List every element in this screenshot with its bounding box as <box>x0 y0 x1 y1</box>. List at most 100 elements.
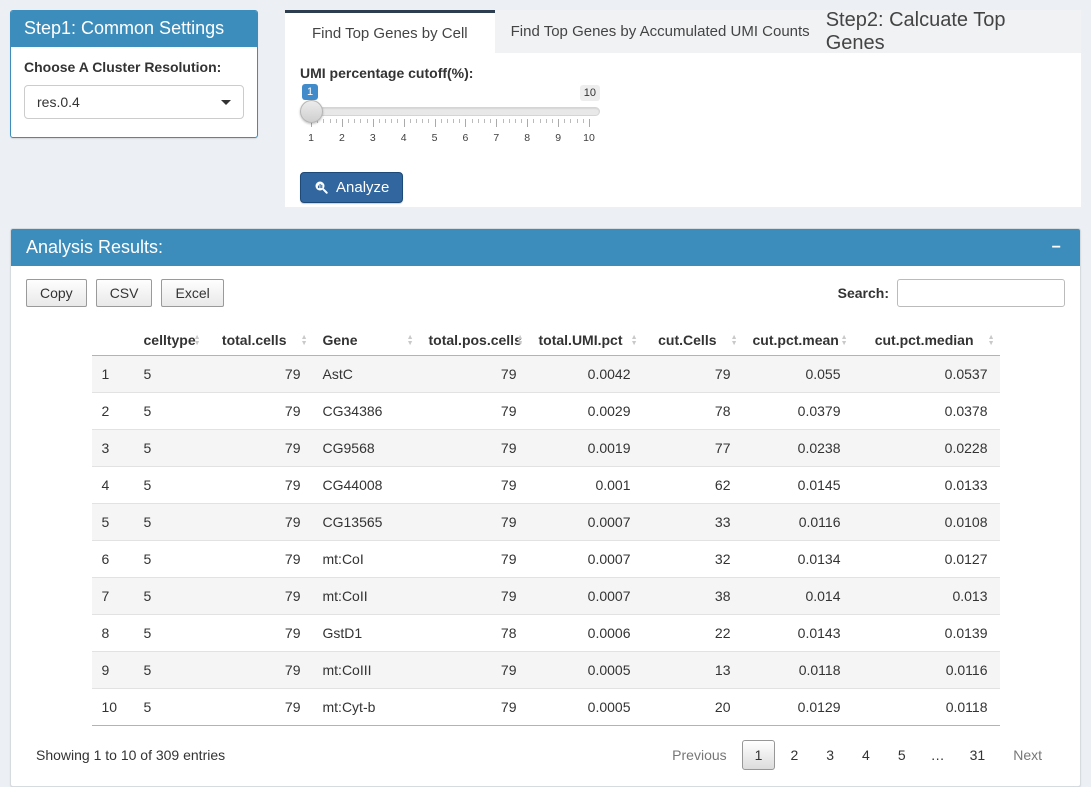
excel-button[interactable]: Excel <box>161 279 223 307</box>
slider-tick <box>515 119 516 123</box>
slider-tick <box>416 119 417 123</box>
cell: 79 <box>206 541 313 578</box>
column-header-cut.pct.median[interactable]: cut.pct.median▲▼ <box>853 328 1000 356</box>
copy-button[interactable]: Copy <box>26 279 87 307</box>
step1-panel: Step1: Common Settings Choose A Cluster … <box>10 10 258 138</box>
slider-tick <box>385 119 386 123</box>
page-button-4[interactable]: 4 <box>849 740 883 770</box>
minus-icon[interactable]: − <box>1048 240 1065 256</box>
table-row: 3579CG9568790.0019770.02380.0228 <box>92 430 1000 467</box>
row-index: 6 <box>92 541 134 578</box>
column-header-cut.pct.mean[interactable]: cut.pct.mean▲▼ <box>743 328 853 356</box>
page-button-5[interactable]: 5 <box>885 740 919 770</box>
sort-icon: ▲▼ <box>841 335 848 347</box>
page-button-31[interactable]: 31 <box>957 740 999 770</box>
column-header-cut.Cells[interactable]: cut.Cells▲▼ <box>643 328 743 356</box>
table-search: Search: <box>838 279 1065 307</box>
slider-handle[interactable] <box>300 100 323 123</box>
slider-tick <box>428 119 429 123</box>
cell: 0.0378 <box>853 393 1000 430</box>
tab-find-top-genes-by-accumulated-umi-counts[interactable]: Find Top Genes by Accumulated UMI Counts <box>495 10 826 53</box>
next-button[interactable]: Next <box>1000 740 1055 770</box>
page: Step1: Common Settings Choose A Cluster … <box>0 0 1091 787</box>
slider-tick <box>478 119 479 123</box>
pagination-ellipsis: … <box>921 740 955 770</box>
cell: 79 <box>206 467 313 504</box>
tab-find-top-genes-by-cell[interactable]: Find Top Genes by Cell <box>285 10 495 53</box>
column-header-celltype[interactable]: celltype▲▼ <box>134 328 206 356</box>
cell: 79 <box>419 578 529 615</box>
slider-tick <box>336 119 337 123</box>
cell: 79 <box>206 356 313 393</box>
cell: 0.0134 <box>743 541 853 578</box>
slider-tick <box>546 119 547 123</box>
cell: AstC <box>313 356 419 393</box>
cell: 79 <box>643 356 743 393</box>
column-header-label: celltype <box>144 332 196 348</box>
slider-tick-label: 1 <box>308 132 314 144</box>
page-button-3[interactable]: 3 <box>813 740 847 770</box>
cell: 5 <box>134 652 206 689</box>
search-label: Search: <box>838 285 889 301</box>
cell: 0.0129 <box>743 689 853 726</box>
column-header-total.pos.cells[interactable]: total.pos.cells▲▼ <box>419 328 529 356</box>
column-header-total.cells[interactable]: total.cells▲▼ <box>206 328 313 356</box>
umi-cutoff-slider: 1 10 12345678910 <box>300 84 600 158</box>
slider-tick-label: 8 <box>524 132 530 144</box>
cell: 0.0007 <box>529 541 643 578</box>
column-header-label: cut.pct.median <box>875 332 974 348</box>
row-index-header[interactable] <box>92 328 134 356</box>
cell: mt:CoII <box>313 578 419 615</box>
slider-tick <box>484 119 485 123</box>
page-button-1[interactable]: 1 <box>742 740 776 770</box>
cell: CG13565 <box>313 504 419 541</box>
slider-tick <box>435 119 436 127</box>
cell: 0.0379 <box>743 393 853 430</box>
cell: 0.0139 <box>853 615 1000 652</box>
csv-button[interactable]: CSV <box>96 279 153 307</box>
sort-icon: ▲▼ <box>631 335 638 347</box>
results-table-header-row: celltype▲▼total.cells▲▼Gene▲▼total.pos.c… <box>92 328 1000 356</box>
analysis-results-body: CopyCSVExcel Search: celltype▲▼total.cel… <box>11 266 1080 786</box>
slider-tick <box>465 119 466 127</box>
slider-tick <box>540 119 541 123</box>
cell: 0.0007 <box>529 578 643 615</box>
slider-tick-label: 4 <box>401 132 407 144</box>
pagination: Previous 12345…31 Next <box>657 740 1055 770</box>
cell: 5 <box>134 578 206 615</box>
slider-tick-label: 9 <box>555 132 561 144</box>
tab-strip: Find Top Genes by Cell Find Top Genes by… <box>285 10 1081 53</box>
table-row: 8579GstD1780.0006220.01430.0139 <box>92 615 1000 652</box>
analyze-button-label: Analyze <box>336 179 389 196</box>
cluster-resolution-select[interactable]: res.0.4 <box>24 85 244 119</box>
cell: 5 <box>134 504 206 541</box>
previous-button[interactable]: Previous <box>659 740 739 770</box>
cell: 0.001 <box>529 467 643 504</box>
table-row: 7579mt:CoII790.0007380.0140.013 <box>92 578 1000 615</box>
cell: 5 <box>134 356 206 393</box>
cell: 79 <box>419 541 529 578</box>
cell: 20 <box>643 689 743 726</box>
table-footer: Showing 1 to 10 of 309 entries Previous … <box>26 738 1065 778</box>
table-row: 6579mt:CoI790.0007320.01340.0127 <box>92 541 1000 578</box>
search-input[interactable] <box>897 279 1065 307</box>
cell: 79 <box>419 356 529 393</box>
table-row: 5579CG13565790.0007330.01160.0108 <box>92 504 1000 541</box>
slider-track[interactable] <box>300 107 600 116</box>
cell: 5 <box>134 393 206 430</box>
analyze-button[interactable]: Analyze <box>300 172 403 203</box>
column-header-total.UMI.pct[interactable]: total.UMI.pct▲▼ <box>529 328 643 356</box>
slider-tick <box>490 119 491 123</box>
cell: 79 <box>206 689 313 726</box>
page-button-2[interactable]: 2 <box>777 740 811 770</box>
slider-tick <box>527 119 528 127</box>
slider-tick <box>422 119 423 123</box>
column-header-Gene[interactable]: Gene▲▼ <box>313 328 419 356</box>
results-table-body: 1579AstC790.0042790.0550.05372579CG34386… <box>92 356 1000 726</box>
cell: 5 <box>134 467 206 504</box>
cell: 0.0145 <box>743 467 853 504</box>
results-table: celltype▲▼total.cells▲▼Gene▲▼total.pos.c… <box>92 328 1000 726</box>
slider-tick <box>472 119 473 123</box>
slider-grid: 12345678910 <box>311 117 589 153</box>
column-header-label: cut.pct.mean <box>753 332 839 348</box>
